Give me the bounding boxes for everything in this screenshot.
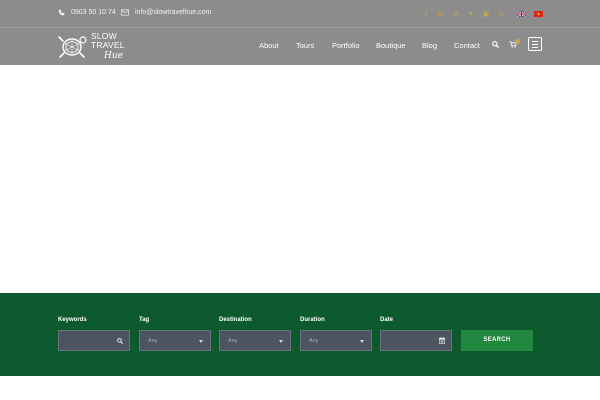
tag-select[interactable]: Any bbox=[139, 330, 211, 351]
phone-number: 0903 50 10 74 bbox=[71, 9, 116, 16]
keywords-label: Keywords bbox=[58, 317, 87, 323]
youtube-icon[interactable]: ▣ bbox=[482, 9, 490, 19]
destination-label: Destination bbox=[219, 317, 252, 323]
tag-select-value: Any bbox=[148, 338, 158, 344]
facebook-icon[interactable]: f bbox=[422, 9, 430, 19]
destination-select-value: Any bbox=[228, 338, 238, 344]
duration-label: Duration bbox=[300, 317, 325, 323]
logo-line-2: TRAVEL bbox=[91, 40, 125, 50]
chevron-down-icon bbox=[360, 340, 364, 343]
social-links: f in ℗ ✦ ▣ ◎ bbox=[422, 9, 505, 19]
tag-label: Tag bbox=[139, 317, 150, 323]
calendar-icon bbox=[439, 337, 445, 344]
nav-about[interactable]: About bbox=[259, 41, 279, 50]
nav-tours[interactable]: Tours bbox=[296, 41, 314, 50]
envelope-icon bbox=[121, 9, 129, 16]
search-field-icon bbox=[117, 338, 123, 344]
date-input[interactable] bbox=[380, 330, 452, 351]
destination-select[interactable]: Any bbox=[219, 330, 291, 351]
top-bar: 0903 50 10 74 info@slowtravelhue.com f i… bbox=[0, 0, 600, 28]
nav-portfolio[interactable]: Portfolio bbox=[332, 41, 360, 50]
date-label: Date bbox=[380, 317, 394, 323]
email-contact[interactable]: info@slowtravelhue.com bbox=[121, 9, 211, 16]
email-address: info@slowtravelhue.com bbox=[135, 9, 212, 16]
twitter-icon[interactable]: ✦ bbox=[467, 9, 475, 19]
linkedin-icon[interactable]: in bbox=[437, 9, 445, 19]
uk-flag-icon[interactable] bbox=[517, 11, 526, 17]
phone-icon bbox=[58, 9, 65, 16]
site-logo[interactable]: SLOW TRAVEL Hue bbox=[57, 31, 147, 61]
search-icon[interactable] bbox=[492, 41, 499, 48]
chevron-down-icon bbox=[279, 340, 283, 343]
logo-script-text: Hue bbox=[104, 51, 123, 61]
menu-toggle-button[interactable] bbox=[528, 37, 542, 51]
logo-wordmark: SLOW TRAVEL bbox=[91, 32, 125, 50]
nav-blog[interactable]: Blog bbox=[422, 41, 437, 50]
hamburger-bar bbox=[532, 44, 538, 45]
site-header: 0903 50 10 74 info@slowtravelhue.com f i… bbox=[0, 0, 600, 65]
duration-select-value: Any bbox=[309, 338, 319, 344]
instagram-icon[interactable]: ◎ bbox=[497, 9, 505, 19]
vietnam-flag-icon[interactable] bbox=[534, 11, 543, 17]
keywords-input[interactable] bbox=[58, 330, 130, 351]
nav-boutique[interactable]: Boutique bbox=[376, 41, 406, 50]
phone-contact[interactable]: 0903 50 10 74 bbox=[58, 9, 116, 16]
chevron-down-icon bbox=[199, 340, 203, 343]
hamburger-icon bbox=[532, 41, 538, 42]
turtle-logo-icon bbox=[58, 36, 87, 58]
search-button[interactable]: SEARCH bbox=[461, 330, 533, 351]
duration-select[interactable]: Any bbox=[300, 330, 372, 351]
pinterest-icon[interactable]: ℗ bbox=[452, 9, 460, 19]
nav-contact[interactable]: Contact bbox=[454, 41, 480, 50]
hamburger-bar bbox=[532, 47, 538, 48]
cart-count-badge bbox=[515, 39, 520, 44]
